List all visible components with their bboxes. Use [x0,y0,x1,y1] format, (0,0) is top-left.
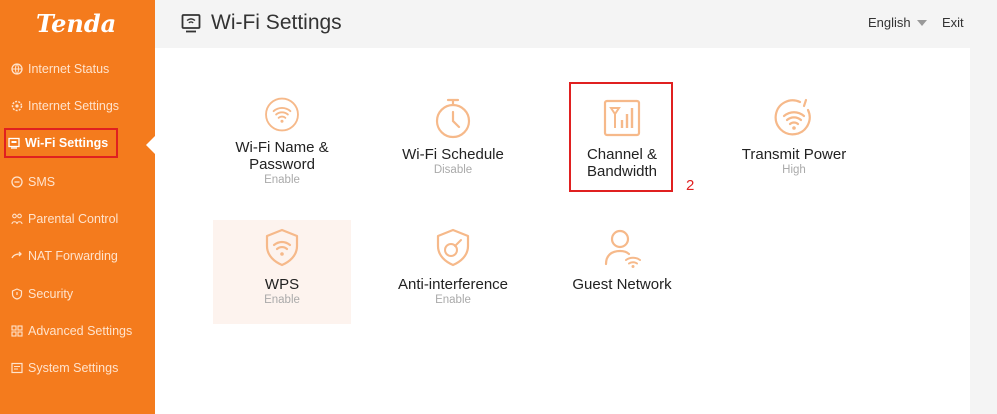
globe-icon [11,63,23,75]
exit-button[interactable]: Exit [942,15,964,30]
grid-icon [11,325,23,337]
tile-status: Enable [264,174,300,186]
sidebar-item-label: Internet Status [28,62,110,76]
guest-user-icon [604,229,641,268]
sidebar-item-label: SMS [28,175,56,189]
wifi-settings-header-icon [181,14,201,33]
scroll-gutter [970,0,997,414]
sidebar-item-advanced-settings[interactable]: Advanced Settings [8,318,132,344]
sidebar-item-label: Wi-Fi Settings [25,136,109,150]
sidebar-item-wifi-settings[interactable]: Wi-Fi Settings [4,128,119,158]
annotation-2: 2 [686,177,695,194]
shield-icon [11,288,23,300]
sidebar-item-label: Internet Settings [28,99,120,113]
page-title: Wi-Fi Settings [211,11,342,34]
tile-label: Anti-interference [397,276,509,293]
tile-wifi-name-password[interactable]: Wi-Fi Name & Password Enable [213,82,351,186]
stopwatch-icon [435,98,471,139]
tile-status: Disable [433,164,473,176]
tile-anti-interference[interactable]: Anti-interference Enable [384,220,522,324]
system-icon [11,362,23,374]
sidebar-item-nat-forwarding[interactable]: NAT Forwarding [8,243,118,269]
chevron-down-icon [916,19,927,26]
language-select[interactable]: English [868,15,927,30]
sidebar-item-label: System Settings [28,361,119,375]
family-icon [11,213,23,225]
message-icon [11,176,23,188]
wifi-power-icon [774,98,811,136]
gear-icon [11,100,23,112]
tile-status: High [782,164,806,176]
language-label: English [868,15,911,30]
anti-interference-icon [436,228,470,267]
tile-status: Enable [435,294,471,306]
tile-label: Wi-Fi Schedule [402,146,504,163]
sidebar-item-label: Advanced Settings [28,324,133,338]
wifi-circle-icon [265,97,299,132]
tile-label: WPS [264,276,300,293]
tile-label: Guest Network [572,276,672,293]
tile-wifi-schedule[interactable]: Wi-Fi Schedule Disable [384,82,522,186]
active-indicator [146,136,155,154]
tenda-logo: Tenda [36,9,117,38]
tile-status: Enable [264,294,300,306]
sidebar-item-system-settings[interactable]: System Settings [8,355,118,381]
tile-label: Transmit Power [741,146,847,163]
sidebar-item-parental-control[interactable]: Parental Control [8,206,118,232]
tile-wps[interactable]: WPS Enable [213,220,351,324]
tile-label: Wi-Fi Name & Password [235,139,329,173]
monitor-icon [8,137,20,149]
sidebar-item-sms[interactable]: SMS [8,169,55,195]
header: Wi-Fi Settings English Exit [155,0,970,48]
tile-transmit-power[interactable]: Transmit Power High [725,82,863,186]
highlight-box [569,82,673,192]
forward-icon [11,251,22,259]
wifi-shield-icon [265,228,299,267]
sidebar-item-security[interactable]: Security [8,281,73,307]
sidebar-item-label: Parental Control [28,212,119,226]
sidebar-item-internet-settings[interactable]: Internet Settings [8,93,119,119]
sidebar-item-internet-status[interactable]: Internet Status [8,56,109,82]
tile-guest-network[interactable]: Guest Network [553,220,691,324]
sidebar: Tenda Internet Status Internet Settings … [0,0,155,414]
sidebar-item-label: NAT Forwarding [28,249,118,263]
sidebar-item-label: Security [28,287,74,301]
